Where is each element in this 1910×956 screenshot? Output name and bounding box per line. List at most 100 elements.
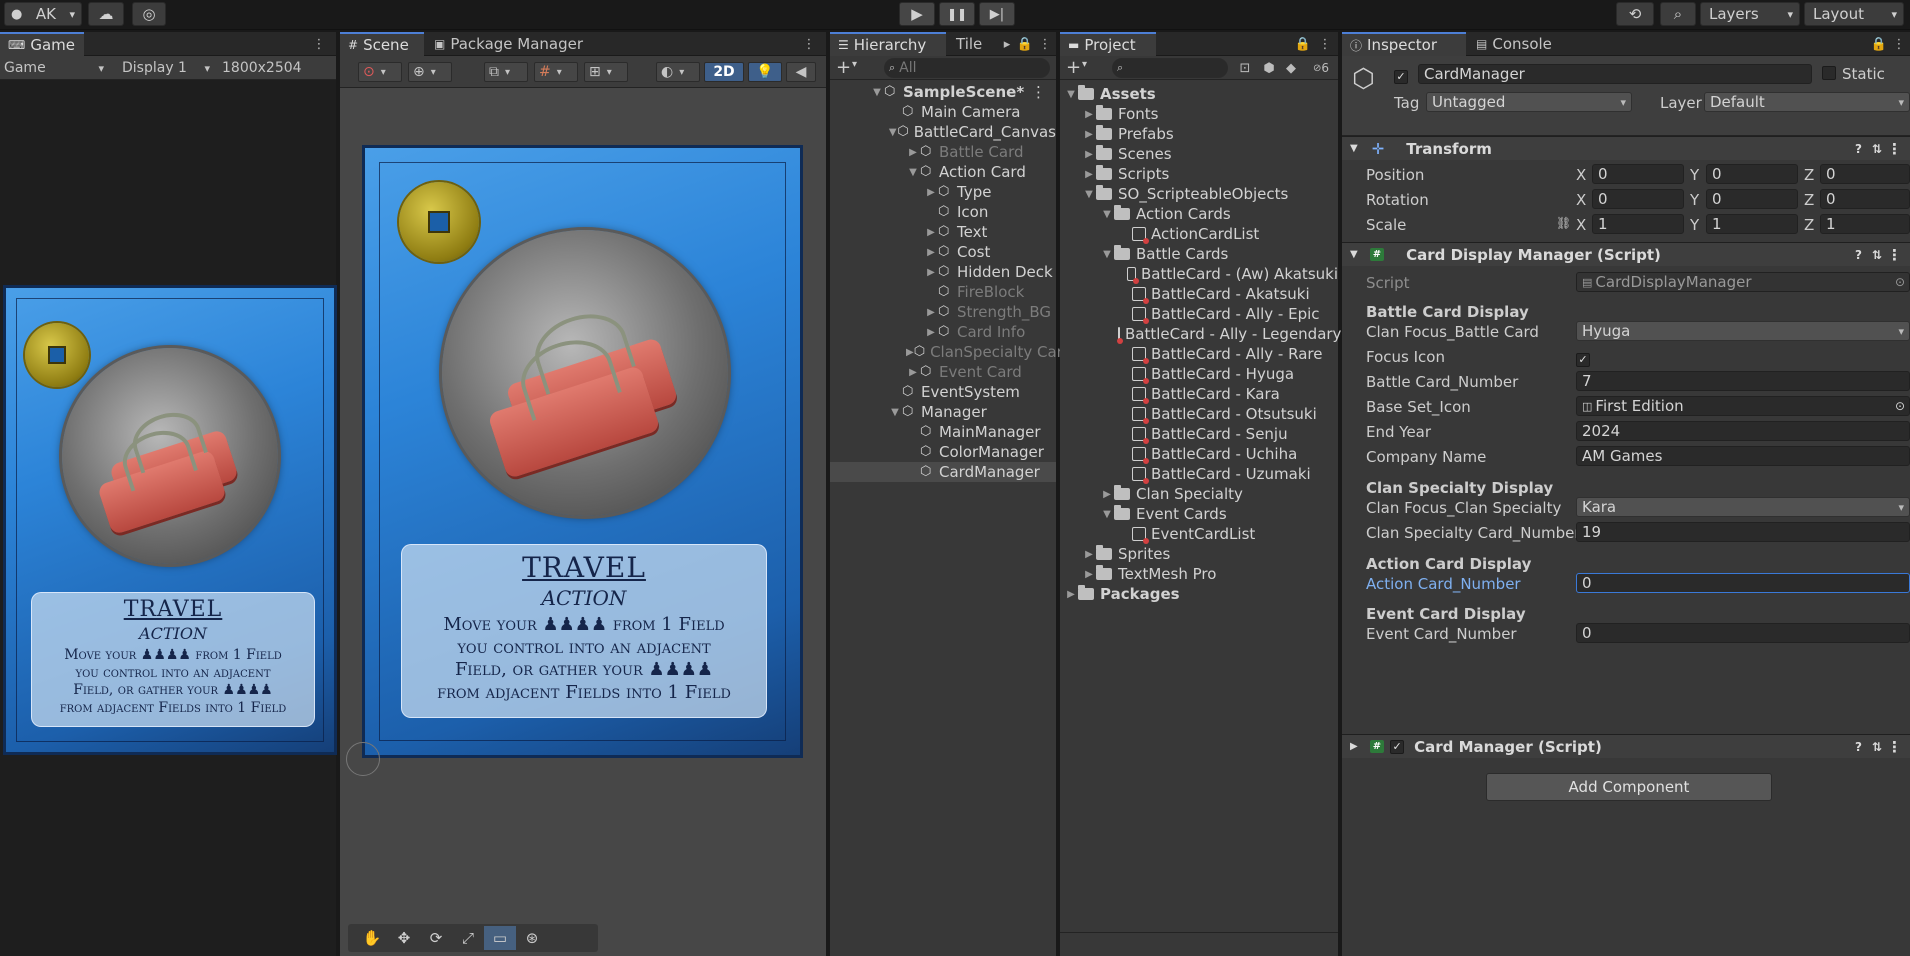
shading-dropdown[interactable]: ◐ ▾: [656, 62, 700, 82]
end-year-input[interactable]: 2024: [1576, 421, 1910, 441]
filter-icon[interactable]: ⬢: [1260, 59, 1278, 77]
chevron-down-icon[interactable]: ▼: [1082, 189, 1096, 200]
draw-mode-dropdown[interactable]: ⊙ ▾: [358, 62, 402, 82]
chevron-right-icon[interactable]: ▶: [1082, 569, 1096, 580]
pos-z-input[interactable]: 0: [1820, 164, 1910, 184]
project-item[interactable]: BattleCard - Uchiha: [1060, 444, 1338, 464]
chevron-down-icon[interactable]: ▼: [1100, 209, 1114, 220]
label-icon[interactable]: ◆: [1282, 59, 1300, 77]
tab-inspector[interactable]: ⓘ Inspector: [1342, 32, 1466, 56]
hierarchy-item[interactable]: ⬡ ColorManager: [830, 442, 1056, 462]
hierarchy-item[interactable]: ▼ ⬡ Manager: [830, 402, 1056, 422]
project-item[interactable]: ▼ Battle Cards: [1060, 244, 1338, 264]
constrain-proportions-icon[interactable]: ⛓: [1556, 216, 1571, 230]
scl-y-input[interactable]: 1: [1706, 214, 1798, 234]
card-manager-header[interactable]: ▶ # ✓ Card Manager (Script) ? ⇅ ⋮: [1342, 734, 1910, 758]
lock-icon[interactable]: 🔒: [1294, 35, 1312, 53]
axis-label-z[interactable]: Z: [1804, 166, 1814, 184]
chevron-down-icon[interactable]: ▼: [888, 407, 902, 418]
lock-icon[interactable]: 🔒: [1016, 35, 1034, 53]
project-item[interactable]: BattleCard - Otsutsuki: [1060, 404, 1338, 424]
project-item[interactable]: ▶ Scenes: [1060, 144, 1338, 164]
axis-label-y[interactable]: Y: [1690, 166, 1699, 184]
hierarchy-item[interactable]: ⬡ EventSystem: [830, 382, 1056, 402]
scene-card-preview[interactable]: TRAVEL ACTION Move your ♟♟♟♟ from 1 Fiel…: [362, 145, 803, 758]
hierarchy-item[interactable]: ▶ ⬡ Strength_BG: [830, 302, 1056, 322]
axis-label-y[interactable]: Y: [1690, 191, 1699, 209]
project-item[interactable]: BattleCard - Ally - Epic: [1060, 304, 1338, 324]
component-menu-icon[interactable]: ⋮: [1887, 738, 1902, 756]
project-menu-icon[interactable]: ⋮: [1316, 35, 1334, 53]
account-dropdown[interactable]: ● AK ▾: [4, 2, 82, 26]
layers-dropdown[interactable]: Layers ▾: [1700, 2, 1800, 26]
static-toggle[interactable]: [1822, 66, 1836, 84]
component-menu-icon[interactable]: ⋮: [1887, 246, 1902, 264]
project-search-input[interactable]: ⌕: [1112, 58, 1228, 78]
hierarchy-item[interactable]: ▶ ⬡ Card Info: [830, 322, 1056, 342]
project-item[interactable]: BattleCard - Senju: [1060, 424, 1338, 444]
add-icon[interactable]: +: [1066, 57, 1081, 78]
component-menu-icon[interactable]: ⋮: [1887, 140, 1902, 158]
history-button[interactable]: ⟲: [1616, 2, 1654, 26]
lighting-button[interactable]: 💡: [748, 62, 782, 82]
game-mode-dropdown[interactable]: Game ▾: [0, 58, 108, 78]
search-button[interactable]: ⌕: [1660, 2, 1696, 26]
hierarchy-item[interactable]: ▶ ⬡ Battle Card: [830, 142, 1056, 162]
help-icon[interactable]: ?: [1855, 142, 1862, 156]
chevron-down-icon[interactable]: ▼: [1100, 509, 1114, 520]
chevron-down-icon[interactable]: ▼: [870, 87, 884, 98]
project-item[interactable]: ▶ Packages: [1060, 584, 1338, 604]
chevron-right-icon[interactable]: ▶: [1064, 589, 1078, 600]
rect-tool-icon[interactable]: ▭: [484, 926, 516, 950]
project-item[interactable]: ▼ Action Cards: [1060, 204, 1338, 224]
add-component-button[interactable]: Add Component: [1486, 773, 1772, 801]
project-item[interactable]: ▶ Clan Specialty: [1060, 484, 1338, 504]
project-item[interactable]: ▼ SO_ScripteableObjects: [1060, 184, 1338, 204]
cloud-button[interactable]: ☁: [88, 2, 124, 26]
target-icon[interactable]: ⊙: [1895, 275, 1905, 289]
transform-tool-icon[interactable]: ⊛: [516, 926, 548, 950]
scl-x-input[interactable]: 1: [1592, 214, 1684, 234]
focus-icon-toggle[interactable]: ✓: [1576, 349, 1590, 367]
script-field[interactable]: ▤ CardDisplayManager ⊙: [1576, 272, 1910, 292]
chevron-down-icon[interactable]: ▾: [852, 59, 857, 70]
rect-handle[interactable]: [346, 742, 380, 776]
search-by-type-icon[interactable]: ⊡: [1236, 59, 1254, 77]
preset-icon[interactable]: ⇅: [1872, 142, 1882, 156]
scl-z-input[interactable]: 1: [1820, 214, 1910, 234]
pause-button[interactable]: ❚❚: [939, 2, 975, 26]
project-item[interactable]: ▶ Scripts: [1060, 164, 1338, 184]
rot-x-input[interactable]: 0: [1592, 189, 1684, 209]
tag-dropdown[interactable]: Untagged: [1426, 92, 1632, 112]
card-display-manager-header[interactable]: ▼ # Card Display Manager (Script) ? ⇅ ⋮: [1342, 242, 1910, 266]
hidden-count-badge[interactable]: ⊘ 6: [1306, 59, 1336, 77]
move-tool-icon[interactable]: ✥: [388, 926, 420, 950]
rot-z-input[interactable]: 0: [1820, 189, 1910, 209]
chevron-right-icon[interactable]: ▶: [924, 327, 938, 338]
project-item[interactable]: BattleCard - Hyuga: [1060, 364, 1338, 384]
chevron-right-icon[interactable]: ▶: [906, 347, 914, 358]
scene-menu-icon[interactable]: ⋮: [800, 35, 818, 53]
pos-x-input[interactable]: 0: [1592, 164, 1684, 184]
hierarchy-item[interactable]: ▶ ⬡ Type: [830, 182, 1056, 202]
hierarchy-search-input[interactable]: ⌕ All: [884, 58, 1050, 78]
base-set-icon-field[interactable]: ◫ First Edition ⊙: [1576, 396, 1910, 416]
preset-icon[interactable]: ⇅: [1872, 248, 1882, 262]
hand-tool-icon[interactable]: ✋: [356, 926, 388, 950]
scale-tool-icon[interactable]: ⤢: [452, 926, 484, 950]
chevron-right-icon[interactable]: ▶: [924, 247, 938, 258]
help-icon[interactable]: ?: [1855, 740, 1862, 754]
chevron-right-icon[interactable]: ▶: [924, 227, 938, 238]
collab-button[interactable]: ◎: [132, 2, 166, 26]
scene-menu-icon[interactable]: ⋮: [1031, 83, 1046, 101]
axis-label-x[interactable]: X: [1576, 166, 1586, 184]
transform-header[interactable]: ▼ ✛ Transform ? ⇅ ⋮: [1342, 136, 1910, 160]
check-icon[interactable]: ✓: [1390, 739, 1405, 754]
project-item[interactable]: ▶ Prefabs: [1060, 124, 1338, 144]
hierarchy-item[interactable]: ▼ ⬡ BattleCard_Canvas: [830, 122, 1056, 142]
step-button[interactable]: ▶|: [979, 2, 1015, 26]
hierarchy-item[interactable]: ▶ ⬡ Text: [830, 222, 1056, 242]
chevron-right-icon[interactable]: ▶: [1100, 489, 1114, 500]
game-menu-icon[interactable]: ⋮: [310, 35, 328, 53]
chevron-right-icon[interactable]: ▶: [1082, 109, 1096, 120]
